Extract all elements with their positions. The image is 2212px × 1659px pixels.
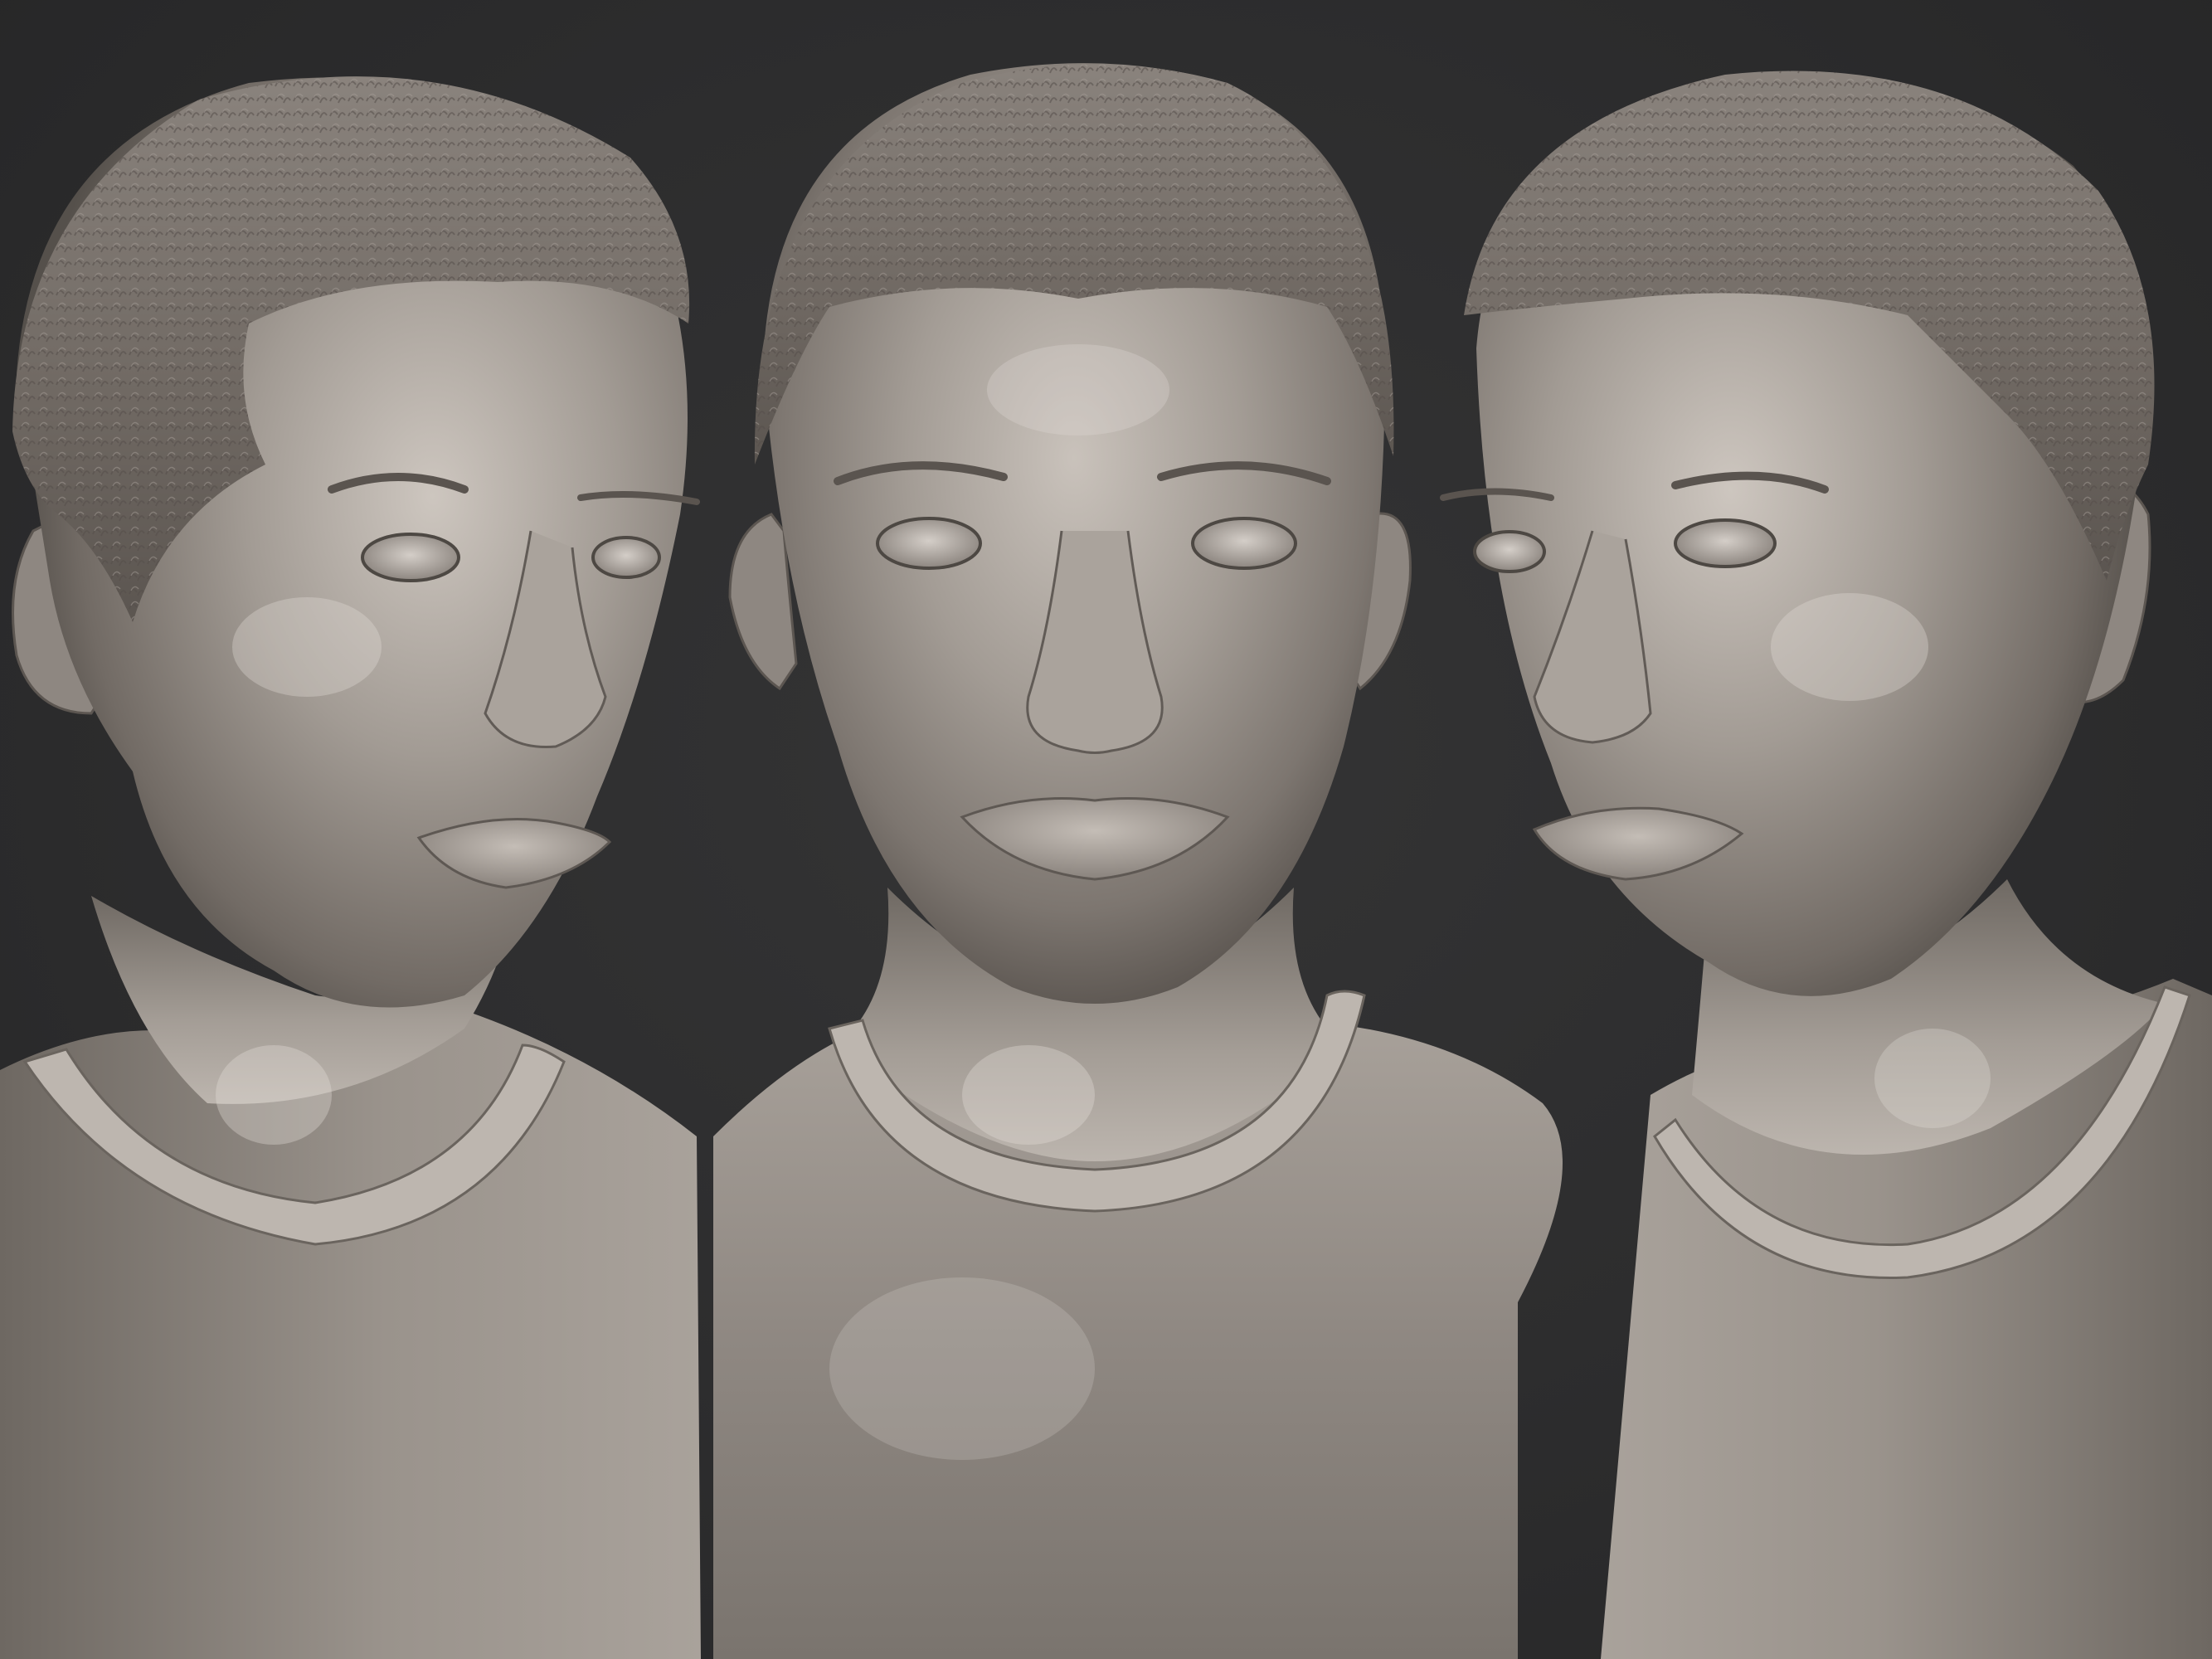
bust-left-cheek-highlight xyxy=(232,597,382,697)
bust-front-forehead-highlight xyxy=(987,344,1169,435)
bust-right-neck-highlight xyxy=(1874,1029,1991,1128)
bust-right-cheek-highlight xyxy=(1771,593,1928,701)
render-svg xyxy=(0,63,2212,1659)
bust-left-neck-highlight xyxy=(216,1045,332,1145)
bust-left-eye-far xyxy=(591,536,661,579)
bust-right-eye-far xyxy=(1473,530,1546,573)
bust-left-eye xyxy=(361,533,460,582)
bust-right-three-quarter-view xyxy=(1440,71,2212,1659)
bust-front-chest-highlight xyxy=(829,1277,1095,1460)
bust-left-three-quarter-view xyxy=(0,76,701,1659)
bust-front-eye-left xyxy=(876,517,982,570)
bust-right-eye xyxy=(1674,518,1777,568)
bust-front-eye-right xyxy=(1191,517,1297,570)
bust-left-torso xyxy=(0,1000,701,1659)
bust-front-view xyxy=(713,63,1563,1659)
render-canvas xyxy=(0,0,2212,1659)
bust-front-neck-highlight xyxy=(962,1045,1095,1145)
